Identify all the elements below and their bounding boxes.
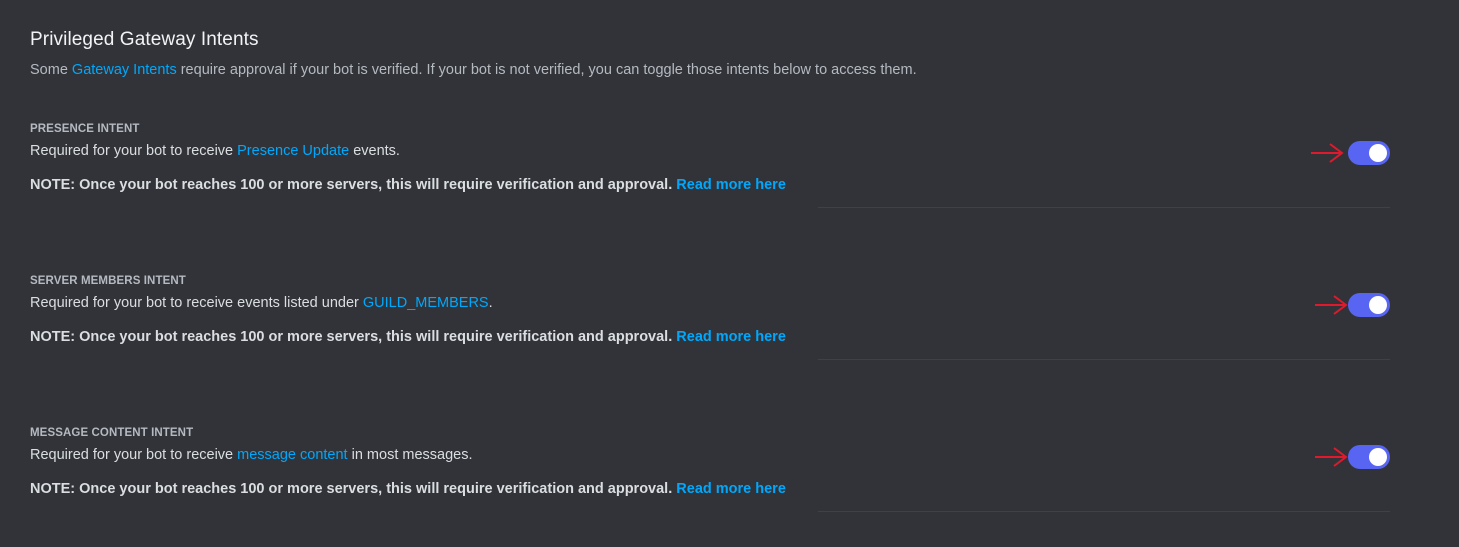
intent-description: Required for your bot to receive events … xyxy=(30,295,493,311)
intent-description-prefix: Required for your bot to receive xyxy=(30,447,238,463)
toggle-knob xyxy=(1369,296,1387,314)
intent-note: NOTE: Once your bot reaches 100 or more … xyxy=(30,177,786,193)
toggle-knob xyxy=(1369,144,1387,162)
divider xyxy=(818,207,1390,208)
presence-intent-toggle[interactable] xyxy=(1348,141,1390,165)
server-members-intent-toggle[interactable] xyxy=(1348,293,1390,317)
intent-title: PRESENCE INTENT xyxy=(30,123,140,135)
divider xyxy=(818,359,1390,360)
intent-note: NOTE: Once your bot reaches 100 or more … xyxy=(30,481,786,497)
presence-update-link[interactable]: Presence Update xyxy=(237,143,349,159)
intent-description: Required for your bot to receive Presenc… xyxy=(30,143,400,159)
intent-note-text: NOTE: Once your bot reaches 100 or more … xyxy=(30,177,673,193)
intent-server-members: SERVER MEMBERS INTENT Required for your … xyxy=(0,275,1459,375)
intent-presence: PRESENCE INTENT Required for your bot to… xyxy=(0,123,1459,223)
toggle-knob xyxy=(1369,448,1387,466)
message-content-link[interactable]: message content xyxy=(237,447,347,463)
section-description-prefix: Some xyxy=(30,62,72,78)
intent-description-suffix: events. xyxy=(349,143,400,159)
intent-message-content: MESSAGE CONTENT INTENT Required for your… xyxy=(0,427,1459,527)
intent-note: NOTE: Once your bot reaches 100 or more … xyxy=(30,329,786,345)
read-more-link[interactable]: Read more here xyxy=(676,177,786,193)
message-content-intent-toggle[interactable] xyxy=(1348,445,1390,469)
section-description: Some Gateway Intents require approval if… xyxy=(30,62,917,78)
intent-title: MESSAGE CONTENT INTENT xyxy=(30,427,194,439)
arrow-right-icon xyxy=(1315,295,1348,315)
arrow-right-icon xyxy=(1315,447,1348,467)
intent-description-prefix: Required for your bot to receive events … xyxy=(30,295,363,311)
intent-note-text: NOTE: Once your bot reaches 100 or more … xyxy=(30,329,673,345)
gateway-intents-link[interactable]: Gateway Intents xyxy=(72,62,177,78)
intent-description: Required for your bot to receive message… xyxy=(30,447,473,463)
intent-description-suffix: in most messages. xyxy=(347,447,473,463)
intent-note-text: NOTE: Once your bot reaches 100 or more … xyxy=(30,481,673,497)
intent-description-prefix: Required for your bot to receive xyxy=(30,143,238,159)
read-more-link[interactable]: Read more here xyxy=(676,481,786,497)
arrow-right-icon xyxy=(1311,143,1344,163)
read-more-link[interactable]: Read more here xyxy=(676,329,786,345)
guild-members-link[interactable]: GUILD_MEMBERS xyxy=(363,295,489,311)
section-description-suffix: require approval if your bot is verified… xyxy=(176,62,917,78)
intent-description-suffix: . xyxy=(488,295,493,311)
section-title: Privileged Gateway Intents xyxy=(30,29,259,50)
intent-title: SERVER MEMBERS INTENT xyxy=(30,275,186,287)
divider xyxy=(818,511,1390,512)
